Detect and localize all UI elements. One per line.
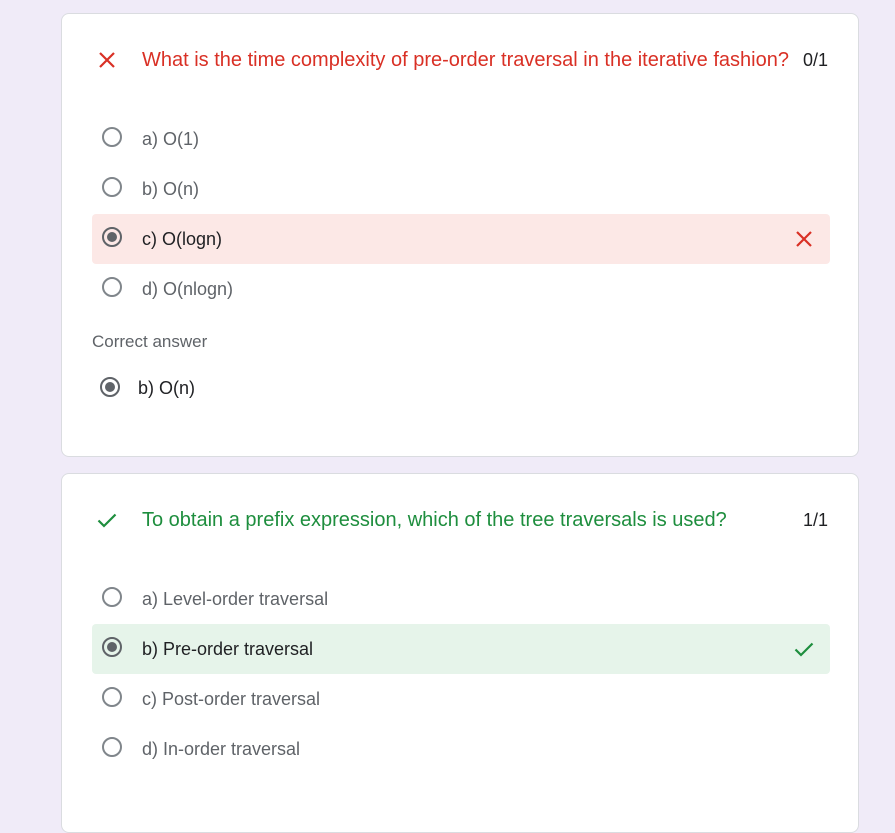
option-label: a) Level-order traversal <box>142 589 329 609</box>
correct-answer-label: b) O(n) <box>138 378 196 398</box>
question-card-1: What is the time complexity of pre-order… <box>61 13 859 457</box>
radio-button[interactable] <box>102 587 122 607</box>
radio-button[interactable] <box>102 277 122 297</box>
option-label: b) O(n) <box>142 179 200 199</box>
option-label: d) In-order traversal <box>142 739 301 759</box>
radio-button-selected[interactable] <box>102 637 122 657</box>
option-item[interactable]: a) O(1) <box>92 114 830 164</box>
option-item-selected-incorrect[interactable]: c) O(logn) <box>92 214 830 264</box>
correct-answer-heading: Correct answer <box>92 332 208 351</box>
option-label: a) O(1) <box>142 129 200 149</box>
option-item[interactable]: a) Level-order traversal <box>92 574 830 624</box>
check-icon <box>794 642 814 657</box>
question-score: 0/1 <box>802 50 828 70</box>
option-item[interactable]: c) Post-order traversal <box>92 674 830 724</box>
radio-button[interactable] <box>102 687 122 707</box>
option-item[interactable]: d) O(nlogn) <box>92 264 830 314</box>
option-label: c) O(logn) <box>142 229 223 249</box>
radio-button-selected[interactable] <box>102 227 122 247</box>
radio-button[interactable] <box>102 177 122 197</box>
question-header: What is the time complexity of pre-order… <box>62 48 858 78</box>
option-item[interactable]: b) O(n) <box>92 164 830 214</box>
question-card-2: To obtain a prefix expression, which of … <box>61 473 859 833</box>
question-score: 1/1 <box>802 510 828 530</box>
question-text: To obtain a prefix expression, which of … <box>142 509 727 531</box>
check-icon <box>97 513 117 528</box>
question-header: To obtain a prefix expression, which of … <box>62 508 858 538</box>
option-item[interactable]: d) In-order traversal <box>92 724 830 774</box>
option-label: d) O(nlogn) <box>142 279 234 299</box>
option-item-selected-correct[interactable]: b) Pre-order traversal <box>92 624 830 674</box>
x-icon <box>796 231 812 247</box>
radio-button[interactable] <box>102 127 122 147</box>
x-icon <box>99 52 115 68</box>
radio-button[interactable] <box>102 737 122 757</box>
correct-answer-option: b) O(n) <box>92 374 392 404</box>
question-text: What is the time complexity of pre-order… <box>142 49 789 71</box>
option-label: b) Pre-order traversal <box>142 639 314 659</box>
option-label: c) Post-order traversal <box>142 689 321 709</box>
radio-button-selected <box>100 377 120 397</box>
